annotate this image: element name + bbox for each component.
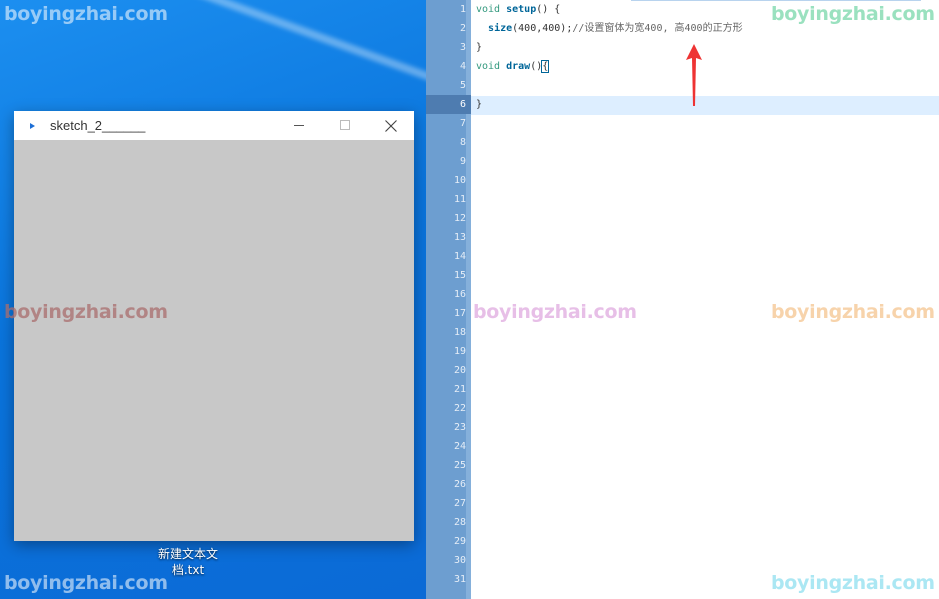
line-number: 28 bbox=[453, 517, 466, 528]
function-size: size bbox=[488, 23, 513, 34]
watermark: boyingzhai.com bbox=[771, 301, 935, 323]
code-line-3[interactable]: } bbox=[476, 38, 482, 57]
red-arrow-annotation bbox=[686, 44, 702, 106]
close-button[interactable] bbox=[368, 111, 414, 140]
line-number: 6 bbox=[426, 95, 471, 114]
line-number: 2 bbox=[459, 23, 466, 34]
function-draw: draw bbox=[506, 61, 531, 72]
maximize-icon bbox=[339, 120, 350, 130]
watermark: boyingzhai.com bbox=[4, 3, 168, 25]
line-number: 3 bbox=[459, 42, 466, 53]
minimize-button[interactable] bbox=[276, 111, 322, 140]
line-number-gutter: 1 2 3 4 5 6 7 8 9 10 11 12 13 14 15 16 17 18 19 20 21 22 23 24 2… bbox=[426, 0, 471, 599]
sketch-window[interactable]: sketch_2______ bbox=[14, 111, 414, 541]
processing-app-icon bbox=[28, 122, 36, 130]
watermark: boyingzhai.com bbox=[771, 572, 935, 594]
code-text: () { bbox=[536, 4, 561, 15]
line-number: 21 bbox=[453, 384, 466, 395]
line-number: 14 bbox=[453, 251, 466, 262]
line-number: 27 bbox=[453, 498, 466, 509]
code-line-1[interactable]: void setup() { bbox=[476, 0, 560, 19]
line-number: 25 bbox=[453, 460, 466, 471]
line-number: 13 bbox=[453, 232, 466, 243]
line-number: 29 bbox=[453, 536, 466, 547]
code-editor[interactable]: 1 2 3 4 5 6 7 8 9 10 11 12 13 14 15 16 17 18 19 20 21 22 23 24 2… bbox=[426, 0, 939, 599]
line-number: 4 bbox=[459, 61, 466, 72]
line-number: 8 bbox=[459, 137, 466, 148]
line-number: 19 bbox=[453, 346, 466, 357]
line-number: 7 bbox=[459, 118, 466, 129]
line-number: 22 bbox=[453, 403, 466, 414]
watermark: boyingzhai.com bbox=[4, 301, 168, 323]
sketch-titlebar[interactable]: sketch_2______ bbox=[14, 111, 414, 140]
line-number: 9 bbox=[459, 156, 466, 167]
line-number: 11 bbox=[453, 194, 466, 205]
window-controls bbox=[276, 111, 414, 140]
desktop-file-label-line1: 新建文本文 bbox=[157, 547, 218, 561]
line-number: 12 bbox=[453, 213, 466, 224]
editor-top-strip bbox=[631, 0, 921, 1]
code-area[interactable]: void setup() { size(400,400);//设置窗体为宽400… bbox=[471, 0, 939, 599]
line-number: 31 bbox=[453, 574, 466, 585]
watermark: boyingzhai.com bbox=[771, 3, 935, 25]
code-parens: () bbox=[530, 61, 543, 72]
line-number: 26 bbox=[453, 479, 466, 490]
watermark: boyingzhai.com bbox=[473, 301, 637, 323]
code-line-4[interactable]: void draw(){ bbox=[476, 57, 550, 76]
line-number: 15 bbox=[453, 270, 466, 281]
line-number: 10 bbox=[453, 175, 466, 186]
line-number: 5 bbox=[459, 80, 466, 91]
line-number: 17 bbox=[453, 308, 466, 319]
line-number: 1 bbox=[459, 4, 466, 15]
matched-brace: { bbox=[541, 60, 550, 73]
keyword-void: void bbox=[476, 61, 501, 72]
close-icon bbox=[385, 119, 397, 132]
sketch-canvas[interactable] bbox=[14, 140, 414, 541]
code-text: } bbox=[476, 99, 483, 110]
watermark: boyingzhai.com bbox=[4, 572, 168, 594]
keyword-void: void bbox=[476, 4, 501, 15]
code-text: } bbox=[476, 42, 483, 53]
line-number: 20 bbox=[453, 365, 466, 376]
code-line-6[interactable]: } bbox=[476, 95, 482, 114]
minimize-icon bbox=[293, 125, 304, 126]
code-args: (400,400); bbox=[512, 23, 573, 34]
maximize-button[interactable] bbox=[322, 111, 368, 140]
active-line-highlight bbox=[471, 96, 939, 115]
function-setup: setup bbox=[506, 4, 537, 15]
sketch-window-title: sketch_2______ bbox=[50, 118, 146, 133]
line-number: 30 bbox=[453, 555, 466, 566]
code-comment: //设置窗体为宽400, 高400的正方形 bbox=[572, 23, 743, 34]
line-number: 16 bbox=[453, 289, 466, 300]
line-number: 18 bbox=[453, 327, 466, 338]
line-number: 24 bbox=[453, 441, 466, 452]
line-number: 23 bbox=[453, 422, 466, 433]
code-line-2[interactable]: size(400,400);//设置窗体为宽400, 高400的正方形 bbox=[476, 19, 743, 38]
